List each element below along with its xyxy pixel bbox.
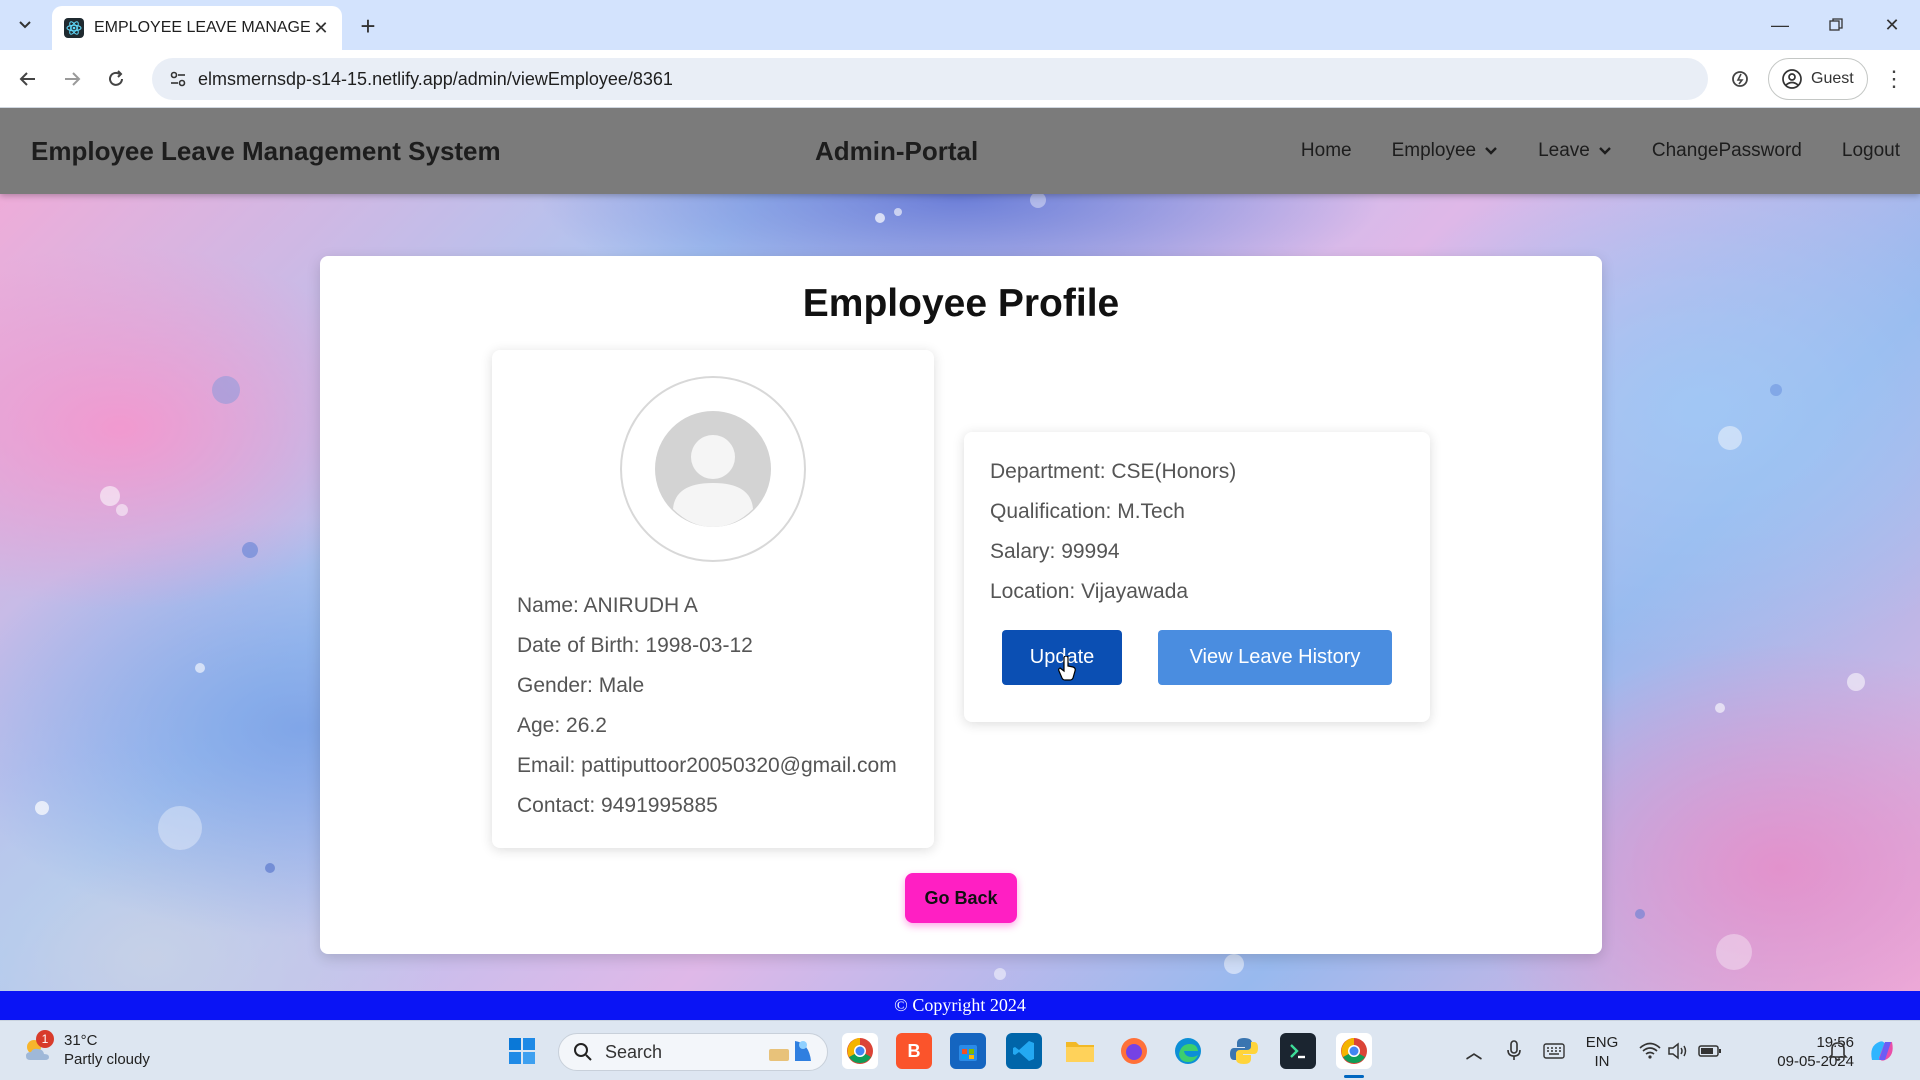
search-highlight-icon — [769, 1041, 811, 1061]
store-app-icon[interactable] — [950, 1033, 986, 1069]
nav-logout-label: Logout — [1841, 140, 1900, 161]
user-avatar-icon — [655, 411, 771, 527]
python-app-icon[interactable] — [1226, 1033, 1262, 1069]
tab-close-icon[interactable]: ✕ — [310, 17, 332, 39]
partly-cloudy-icon: 1 — [22, 1030, 54, 1066]
weather-temp: 31°C — [64, 1032, 98, 1049]
browser-toolbar: elmsmernsdp-s14-15.netlify.app/admin/vie… — [0, 50, 1920, 108]
address-bar[interactable]: elmsmernsdp-s14-15.netlify.app/admin/vie… — [152, 58, 1708, 100]
file-explorer-icon[interactable] — [1062, 1033, 1098, 1069]
personal-info-panel: Name: ANIRUDH A Date of Birth: 1998-03-1… — [492, 350, 934, 848]
chevron-down-icon — [19, 21, 31, 29]
nav-employee-label: Employee — [1391, 140, 1477, 161]
nav-change-password[interactable]: ChangePassword — [1652, 140, 1802, 162]
chevron-down-icon — [1485, 147, 1497, 155]
nav-leave-dropdown[interactable]: Leave — [1538, 140, 1612, 162]
employee-age: Age: 26.2 — [517, 714, 607, 737]
new-tab-button[interactable]: + — [352, 10, 384, 42]
chrome-app-icon[interactable] — [842, 1033, 878, 1069]
work-info-panel: Department: CSE(Honors) Qualification: M… — [964, 432, 1430, 722]
volume-icon[interactable] — [1660, 1033, 1696, 1069]
language-code: ENG — [1585, 1034, 1619, 1051]
avatar — [620, 376, 806, 562]
employee-dob: Date of Birth: 1998-03-12 — [517, 634, 753, 657]
taskbar-search[interactable]: Search — [558, 1033, 828, 1071]
region-code: IN — [1594, 1053, 1610, 1070]
back-arrow-icon[interactable] — [10, 61, 46, 97]
employee-department: Department: CSE(Honors) — [990, 460, 1237, 483]
profile-label: Guest — [1811, 70, 1854, 87]
nav-leave-label: Leave — [1538, 140, 1590, 161]
browser-tab-active[interactable]: EMPLOYEE LEAVE MANAGEMEN ✕ — [52, 6, 342, 50]
taskbar: 1 31°C Partly cloudy Search B ︿ ENG IN 1… — [0, 1020, 1920, 1080]
windows-start-icon[interactable] — [504, 1033, 540, 1069]
minimize-icon[interactable]: — — [1752, 0, 1808, 50]
app-brand[interactable]: Employee Leave Management System — [31, 136, 501, 167]
chevron-down-icon — [1599, 147, 1611, 155]
weather-badge: 1 — [36, 1030, 54, 1048]
tab-title: EMPLOYEE LEAVE MANAGEMEN — [94, 19, 310, 36]
employee-name: Name: ANIRUDH A — [517, 594, 698, 617]
battery-icon[interactable] — [1692, 1033, 1728, 1069]
nav-employee-dropdown[interactable]: Employee — [1392, 140, 1499, 162]
notification-bell-icon[interactable] — [1820, 1033, 1856, 1069]
copilot-icon[interactable] — [1864, 1033, 1900, 1069]
page-title: Employee Profile — [802, 282, 1120, 325]
restore-icon[interactable] — [1808, 0, 1864, 50]
employee-salary: Salary: 99994 — [990, 540, 1120, 563]
brave-app-icon[interactable]: B — [896, 1033, 932, 1069]
app-navbar: Employee Leave Management System Admin-P… — [0, 108, 1920, 194]
search-icon — [574, 1043, 592, 1061]
firefox-app-icon[interactable] — [1116, 1033, 1152, 1069]
chevron-up-icon[interactable]: ︿ — [1456, 1033, 1492, 1069]
chrome-active-icon[interactable] — [1336, 1033, 1372, 1069]
nav-links: Home Employee Leave ChangePassword Logou… — [1301, 108, 1920, 194]
microphone-icon[interactable] — [1496, 1033, 1532, 1069]
site-info-icon[interactable] — [158, 70, 198, 88]
more-menu-icon[interactable]: ⋮ — [1876, 61, 1912, 97]
edge-app-icon[interactable] — [1170, 1033, 1206, 1069]
employee-gender: Gender: Male — [517, 674, 645, 697]
url-text: elmsmernsdp-s14-15.netlify.app/admin/vie… — [198, 68, 673, 89]
search-label: Search — [605, 1041, 663, 1062]
vscode-app-icon[interactable] — [1006, 1033, 1042, 1069]
nav-logout[interactable]: Logout — [1842, 140, 1900, 162]
account-circle-icon — [1782, 69, 1802, 89]
portal-title: Admin-Portal — [815, 136, 979, 166]
employee-location: Location: Vijayawada — [990, 580, 1189, 603]
hand-cursor-icon — [1058, 656, 1076, 681]
weather-widget[interactable]: 1 31°C Partly cloudy — [22, 1030, 150, 1069]
page-viewport: Employee Leave Management System Admin-P… — [0, 108, 1920, 1020]
page-footer: © Copyright 2024 — [0, 991, 1920, 1020]
profile-card: Employee Profile Name: ANIRUDH A Date of… — [320, 256, 1602, 954]
reload-icon[interactable] — [98, 61, 134, 97]
react-logo-icon — [64, 18, 84, 38]
view-leave-history-button[interactable]: View Leave History — [1158, 630, 1392, 685]
employee-email: Email: pattiputtoor20050320@gmail.com — [517, 754, 897, 777]
language-indicator[interactable]: ENG IN — [1584, 1033, 1620, 1071]
terminal-app-icon[interactable] — [1280, 1033, 1316, 1069]
nav-home[interactable]: Home — [1301, 140, 1352, 162]
go-back-button[interactable]: Go Back — [905, 873, 1017, 923]
tab-search-dropdown[interactable] — [8, 9, 42, 41]
performance-icon[interactable] — [1722, 61, 1758, 97]
weather-desc: Partly cloudy — [64, 1051, 150, 1068]
keyboard-icon[interactable] — [1536, 1033, 1572, 1069]
nav-change-password-label: ChangePassword — [1651, 140, 1802, 161]
employee-contact: Contact: 9491995885 — [517, 794, 718, 817]
work-info-list: Department: CSE(Honors) Qualification: M… — [990, 452, 1236, 612]
nav-home-label: Home — [1300, 140, 1352, 161]
browser-tab-strip: EMPLOYEE LEAVE MANAGEMEN ✕ + — ✕ — [0, 0, 1920, 50]
active-app-indicator — [1344, 1075, 1364, 1078]
personal-info-list: Name: ANIRUDH A Date of Birth: 1998-03-1… — [517, 586, 897, 826]
window-close-icon[interactable]: ✕ — [1864, 0, 1920, 50]
employee-qualification: Qualification: M.Tech — [990, 500, 1185, 523]
forward-arrow-icon[interactable] — [54, 61, 90, 97]
profile-button[interactable]: Guest — [1768, 58, 1868, 100]
